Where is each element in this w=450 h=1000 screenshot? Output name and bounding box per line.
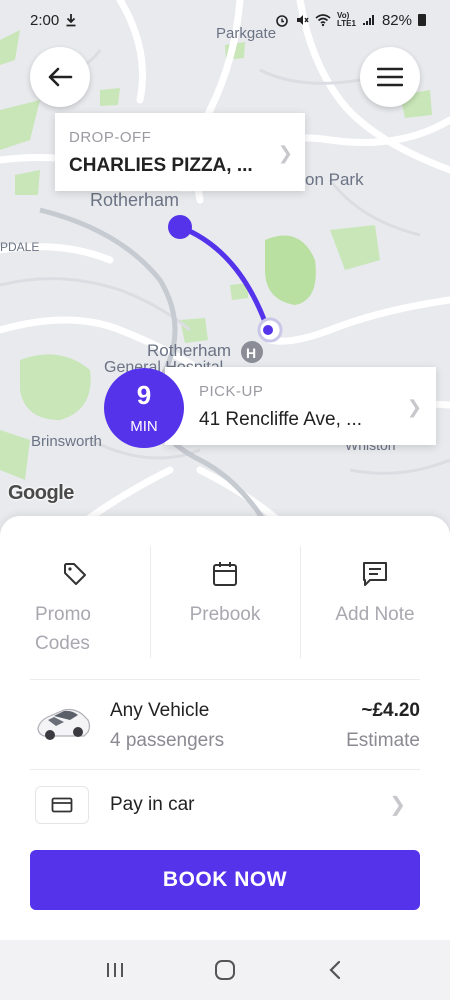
- back-nav-button[interactable]: [315, 950, 355, 990]
- eta-minutes: 9: [136, 379, 152, 410]
- hamburger-menu-icon: [377, 67, 403, 87]
- car-icon: [37, 708, 91, 740]
- map-label-rotherham: Rotherham: [90, 190, 180, 210]
- menu-button[interactable]: [360, 47, 420, 107]
- divider: [30, 679, 420, 680]
- battery-icon: [418, 14, 426, 26]
- payment-label: Pay in car: [110, 794, 195, 815]
- promo-label-line1: Promo: [35, 604, 91, 625]
- chevron-right-icon: ❯: [406, 397, 422, 417]
- message-icon: [363, 562, 387, 586]
- status-bar: 2:00 Vo) LTE1 82%: [0, 0, 450, 40]
- recent-apps-button[interactable]: [95, 950, 135, 990]
- add-note-button[interactable]: Add Note: [300, 546, 450, 661]
- prebook-button[interactable]: Prebook: [150, 546, 300, 661]
- pickup-card[interactable]: PICK-UP 41 Rencliffe Ave, ... ❯: [165, 367, 436, 445]
- battery-percent: 82%: [381, 11, 412, 29]
- status-time: 2:00: [30, 11, 60, 29]
- book-now-button[interactable]: BOOK NOW: [30, 850, 420, 910]
- system-nav-bar: [0, 940, 450, 1000]
- tag-icon: [64, 563, 86, 585]
- promo-label-line2: Codes: [35, 633, 90, 654]
- map-label-pdale: PDALE: [0, 240, 40, 254]
- fare-estimate-label: Estimate: [346, 730, 420, 751]
- map-label-brinsworth: Brinsworth: [31, 433, 102, 450]
- vehicle-name: Any Vehicle: [110, 700, 210, 721]
- download-icon: [66, 14, 76, 27]
- payment-method-row[interactable]: Pay in car ❯: [30, 784, 420, 828]
- svg-text:H: H: [246, 345, 256, 361]
- dropoff-address: CHARLIES PIZZA, ...: [69, 155, 253, 176]
- alarm-icon: [276, 15, 288, 27]
- eta-unit: MIN: [130, 417, 158, 435]
- pickup-label: PICK-UP: [199, 383, 264, 400]
- chevron-right-icon: ❯: [389, 794, 406, 816]
- home-button[interactable]: [205, 950, 245, 990]
- prebook-label: Prebook: [189, 604, 261, 625]
- chevron-left-icon: [329, 960, 341, 980]
- lte-icon: Vo) LTE1: [337, 11, 356, 28]
- fare-price: ~£4.20: [361, 700, 420, 721]
- chevron-right-icon: ❯: [277, 143, 293, 163]
- mute-icon: [297, 15, 309, 25]
- booking-sheet: Promo Codes Prebook Add Note Any Vehicle…: [0, 516, 450, 940]
- calendar-icon: [213, 562, 237, 586]
- dropoff-card[interactable]: DROP-OFF CHARLIES PIZZA, ... ❯: [55, 113, 305, 191]
- divider: [30, 769, 420, 770]
- add-note-label: Add Note: [335, 604, 415, 625]
- back-button[interactable]: [30, 47, 90, 107]
- promo-codes-button[interactable]: Promo Codes: [0, 546, 150, 661]
- signal-icon: [362, 15, 374, 25]
- action-row: Promo Codes Prebook Add Note: [0, 546, 450, 661]
- dropoff-label: DROP-OFF: [69, 129, 152, 146]
- arrow-left-icon: [48, 67, 73, 87]
- home-icon: [215, 960, 235, 980]
- map-label-rotherham-hospital: Rotherham: [147, 341, 232, 360]
- credit-card-icon: [35, 786, 89, 824]
- wifi-icon: [315, 14, 331, 27]
- map-label-park: on Park: [305, 170, 364, 189]
- vehicle-option[interactable]: Any Vehicle 4 passengers ~£4.20 Estimate: [30, 696, 420, 766]
- promo-codes-label: Promo Codes: [35, 600, 91, 658]
- vehicle-passengers: 4 passengers: [110, 730, 225, 751]
- eta-badge: 9 MIN: [104, 368, 184, 448]
- recent-apps-icon: [107, 963, 123, 977]
- google-logo: Google: [8, 482, 74, 504]
- pickup-address: 41 Rencliffe Ave, ...: [199, 409, 363, 430]
